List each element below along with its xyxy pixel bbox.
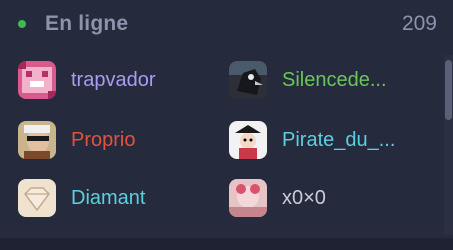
member-name[interactable]: Pirate_du_... <box>282 129 395 152</box>
member-item[interactable]: Silencede... <box>229 61 434 101</box>
member-item[interactable]: Pirate_du_... <box>229 121 434 161</box>
pink-pixel-avatar <box>18 61 56 99</box>
online-count: 209 <box>401 12 437 35</box>
online-title: En ligne <box>45 12 129 35</box>
member-item[interactable]: Diamant <box>18 179 223 219</box>
pink-cute-avatar <box>229 179 267 217</box>
online-header: En ligne 209 <box>0 0 453 50</box>
member-name[interactable]: Proprio <box>71 129 135 152</box>
scrollbar-thumb[interactable] <box>445 60 452 120</box>
member-name[interactable]: trapvador <box>71 69 156 92</box>
panel-bottom-edge <box>0 238 453 250</box>
member-item[interactable]: x0×0 <box>229 179 434 219</box>
online-status-dot <box>18 20 26 28</box>
member-item[interactable]: trapvador <box>18 61 223 101</box>
online-members-panel: En ligne 209 trapvador Silencede... Prop… <box>0 0 453 250</box>
member-item[interactable]: Proprio <box>18 121 223 161</box>
pirate-character-avatar <box>229 121 267 159</box>
member-name[interactable]: Diamant <box>71 187 145 210</box>
sunglasses-man-avatar <box>18 121 56 159</box>
diamond-avatar <box>18 179 56 217</box>
member-name[interactable]: x0×0 <box>282 187 326 210</box>
dark-bird-avatar <box>229 61 267 99</box>
member-name[interactable]: Silencede... <box>282 69 387 92</box>
